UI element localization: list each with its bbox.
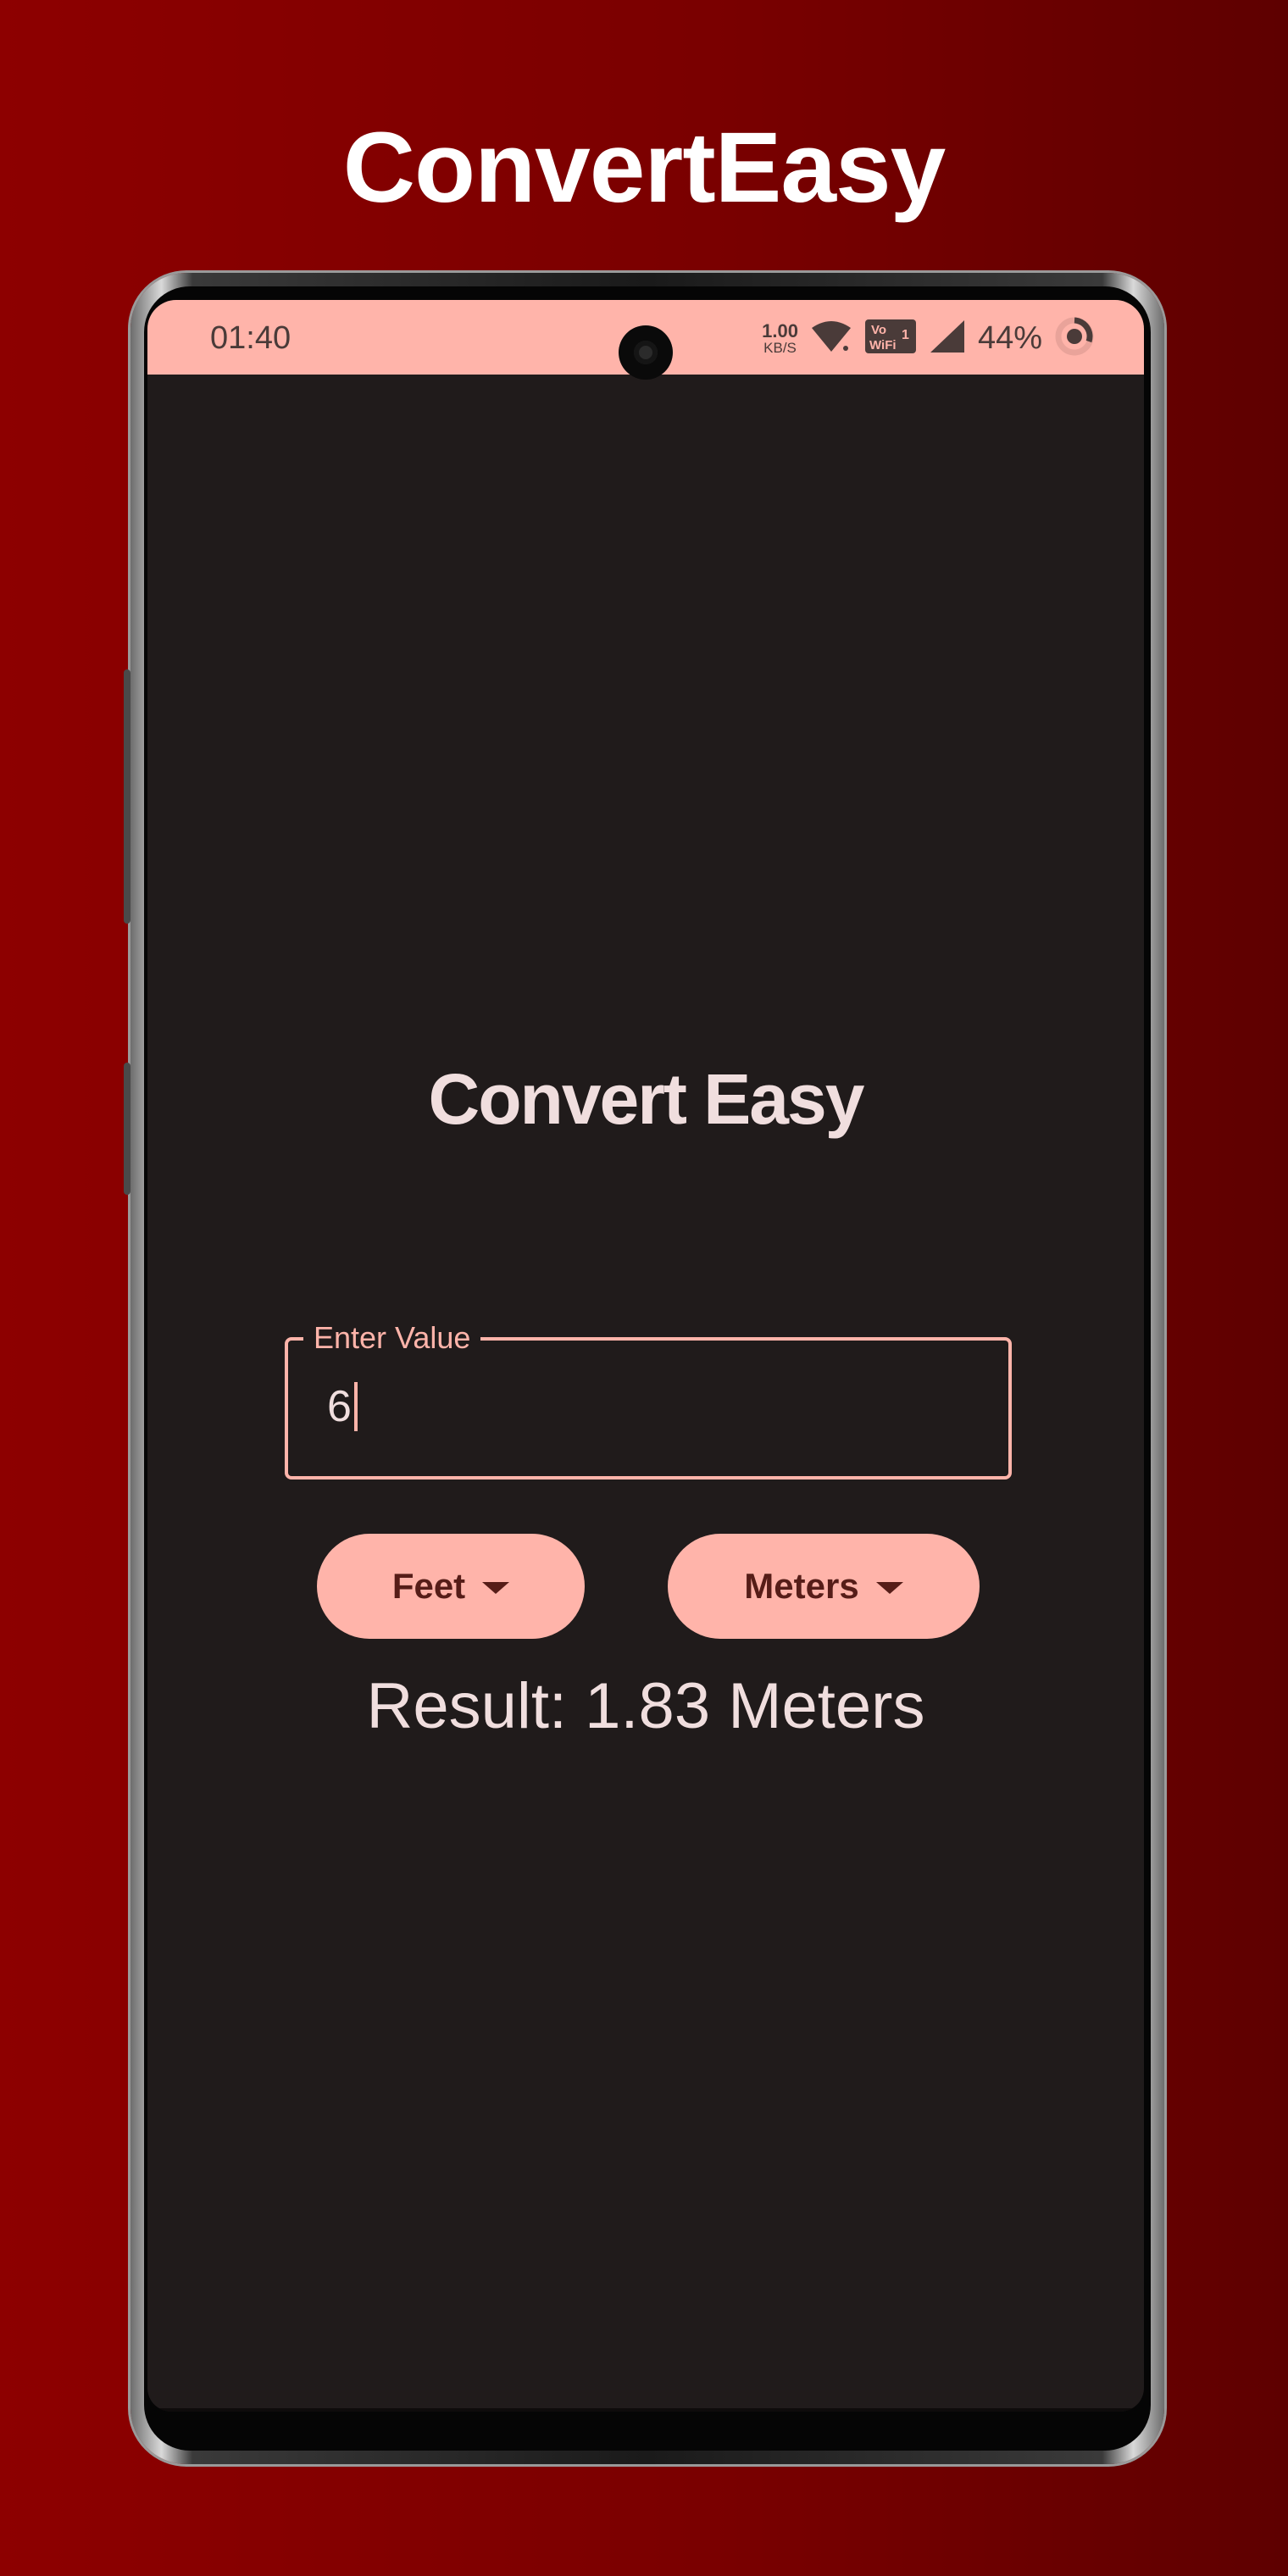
dropdown-arrow-icon xyxy=(482,1582,510,1594)
svg-text:WiFi: WiFi xyxy=(869,338,897,353)
network-speed-value: 1.00 xyxy=(762,319,798,341)
screen-bottom-edge xyxy=(147,2408,1144,2412)
phone-screen: 01:40 1.00 KB/S Vo WiFi 1 44% Convert Ea… xyxy=(147,300,1144,2412)
front-camera-icon xyxy=(619,325,673,380)
cell-signal-icon xyxy=(929,319,966,358)
network-speed: 1.00 KB/S xyxy=(762,319,798,356)
value-input-label: Enter Value xyxy=(303,1320,481,1356)
to-unit-dropdown[interactable]: Meters xyxy=(668,1534,980,1639)
value-input-value: 6 xyxy=(327,1382,352,1431)
dropdown-arrow-icon xyxy=(875,1582,903,1594)
promo-title: ConvertEasy xyxy=(342,112,946,224)
battery-percent: 44% xyxy=(977,319,1042,356)
status-time: 01:40 xyxy=(210,320,291,356)
svg-text:Vo: Vo xyxy=(871,323,886,337)
to-unit-label: Meters xyxy=(744,1566,859,1606)
from-unit-dropdown[interactable]: Feet xyxy=(317,1534,585,1639)
status-icons: 1.00 KB/S Vo WiFi 1 44% xyxy=(762,312,1095,364)
camera-lens xyxy=(634,341,658,364)
svg-text:1: 1 xyxy=(902,328,909,342)
volume-button xyxy=(124,669,130,924)
network-speed-unit: KB/S xyxy=(763,339,797,356)
result-text: Result: 1.83 Meters xyxy=(366,1670,925,1742)
value-input-text[interactable]: 6 xyxy=(327,1381,358,1432)
wifi-icon xyxy=(810,319,852,358)
vowifi-icon: Vo WiFi 1 xyxy=(864,319,917,358)
power-button xyxy=(124,1063,130,1195)
battery-ring-icon xyxy=(1054,316,1095,361)
text-cursor xyxy=(353,1382,358,1431)
from-unit-label: Feet xyxy=(391,1566,466,1606)
status-bar: 01:40 1.00 KB/S Vo WiFi 1 44% xyxy=(147,300,1144,380)
app-title: Convert Easy xyxy=(428,1059,865,1139)
value-input-field[interactable]: Enter Value 6 xyxy=(285,1320,1012,1480)
